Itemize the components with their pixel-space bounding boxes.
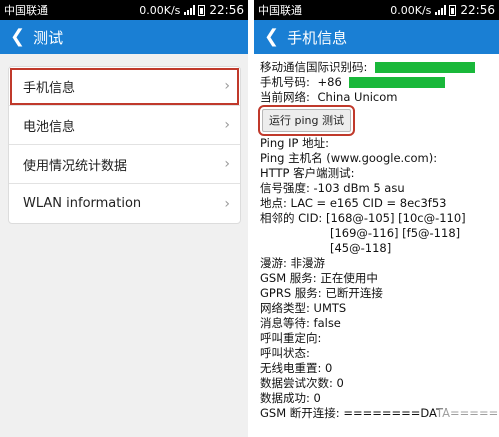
info-line: 相邻的 CID: [168@-105] [10c@-110]: [260, 211, 466, 225]
info-line: 消息等待: false: [260, 316, 341, 330]
status-icons: [184, 4, 206, 16]
phone-number-row: 手机号码: +86: [260, 75, 499, 90]
status-bar: 中国联通 0.00K/s 22:56: [254, 0, 499, 20]
network-speed: 0.00K/s: [139, 3, 181, 17]
info-line: 网络类型: UMTS: [260, 301, 347, 315]
chevron-right-icon: ›: [224, 156, 230, 172]
clock: 22:56: [460, 3, 495, 17]
info-line: Ping IP 地址:: [260, 136, 329, 150]
imei-row: 移动通信国际识别码:: [260, 60, 499, 75]
signal-icon: [184, 5, 196, 15]
left-screen: 中国联通 0.00K/s 22:56 ❮ 测试 手机信息 › 电池信息 › 使用…: [0, 0, 248, 437]
network-row: 当前网络: China Unicom: [260, 90, 499, 105]
network-value: China Unicom: [317, 90, 398, 104]
status-bar: 中国联通 0.00K/s 22:56: [0, 0, 248, 20]
menu-item-usage-stats[interactable]: 使用情况统计数据 ›: [9, 145, 240, 184]
chevron-right-icon: ›: [224, 78, 230, 94]
menu-item-label: 手机信息: [23, 80, 76, 96]
info-line: 数据尝试次数: 0: [260, 376, 344, 390]
redaction-bar: [349, 77, 446, 88]
test-menu: 手机信息 › 电池信息 › 使用情况统计数据 › WLAN informatio…: [8, 66, 241, 224]
page-title: 手机信息: [287, 28, 348, 47]
imei-label: 移动通信国际识别码:: [260, 60, 368, 74]
info-line: [169@-116] [f5@-118]: [330, 226, 461, 240]
info-line: 呼叫状态:: [260, 346, 310, 360]
info-line: GSM 服务: 正在使用中: [260, 271, 378, 285]
carrier-label: 中国联通: [258, 4, 302, 17]
info-line: 信号强度: -103 dBm 5 asu: [260, 181, 405, 195]
right-screen: 中国联通 0.00K/s 22:56 ❮ 手机信息 移动通信国际识别码: 手机号…: [254, 0, 499, 437]
status-icons: [435, 4, 457, 16]
chevron-right-icon: ›: [224, 195, 230, 212]
page-title: 测试: [33, 28, 64, 47]
battery-icon: [449, 4, 457, 16]
info-line: 呼叫重定向:: [260, 331, 322, 345]
action-bar: ❮ 手机信息: [254, 20, 499, 54]
network-speed: 0.00K/s: [390, 3, 432, 17]
phone-info-panel: 移动通信国际识别码: 手机号码: +86 当前网络: China Unicom …: [254, 54, 499, 421]
menu-item-phone-info[interactable]: 手机信息 ›: [9, 67, 240, 106]
back-arrow-icon[interactable]: ❮: [10, 28, 25, 46]
run-ping-test-button[interactable]: 运行 ping 测试: [258, 105, 355, 136]
clock: 22:56: [209, 3, 244, 17]
menu-item-wlan-info[interactable]: WLAN information ›: [9, 184, 240, 223]
info-line: 漫游: 非漫游: [260, 256, 326, 270]
info-line: 地点: LAC = e165 CID = 8ec3f53: [260, 196, 447, 210]
menu-item-label: WLAN information: [23, 196, 142, 211]
menu-item-label: 使用情况统计数据: [23, 158, 128, 174]
chevron-right-icon: ›: [224, 117, 230, 133]
info-line: [45@-118]: [330, 241, 392, 255]
info-line: 无线电重置: 0: [260, 361, 333, 375]
menu-item-battery-info[interactable]: 电池信息 ›: [9, 106, 240, 145]
info-line: HTTP 客户端测试:: [260, 166, 355, 180]
redaction-bar: [375, 62, 476, 73]
info-line: 数据成功: 0: [260, 391, 321, 405]
battery-icon: [198, 4, 206, 16]
network-label: 当前网络:: [260, 90, 310, 104]
phone-number-prefix: +86: [317, 75, 342, 89]
info-line: Ping 主机名 (www.google.com):: [260, 151, 438, 165]
watermark: [439, 409, 499, 437]
info-line: GPRS 服务: 已断开连接: [260, 286, 383, 300]
menu-item-label: 电池信息: [23, 119, 76, 135]
carrier-label: 中国联通: [4, 4, 48, 17]
action-bar: ❮ 测试: [0, 20, 248, 54]
back-arrow-icon[interactable]: ❮: [264, 28, 279, 46]
signal-icon: [435, 5, 447, 15]
phone-number-label: 手机号码:: [260, 75, 310, 89]
